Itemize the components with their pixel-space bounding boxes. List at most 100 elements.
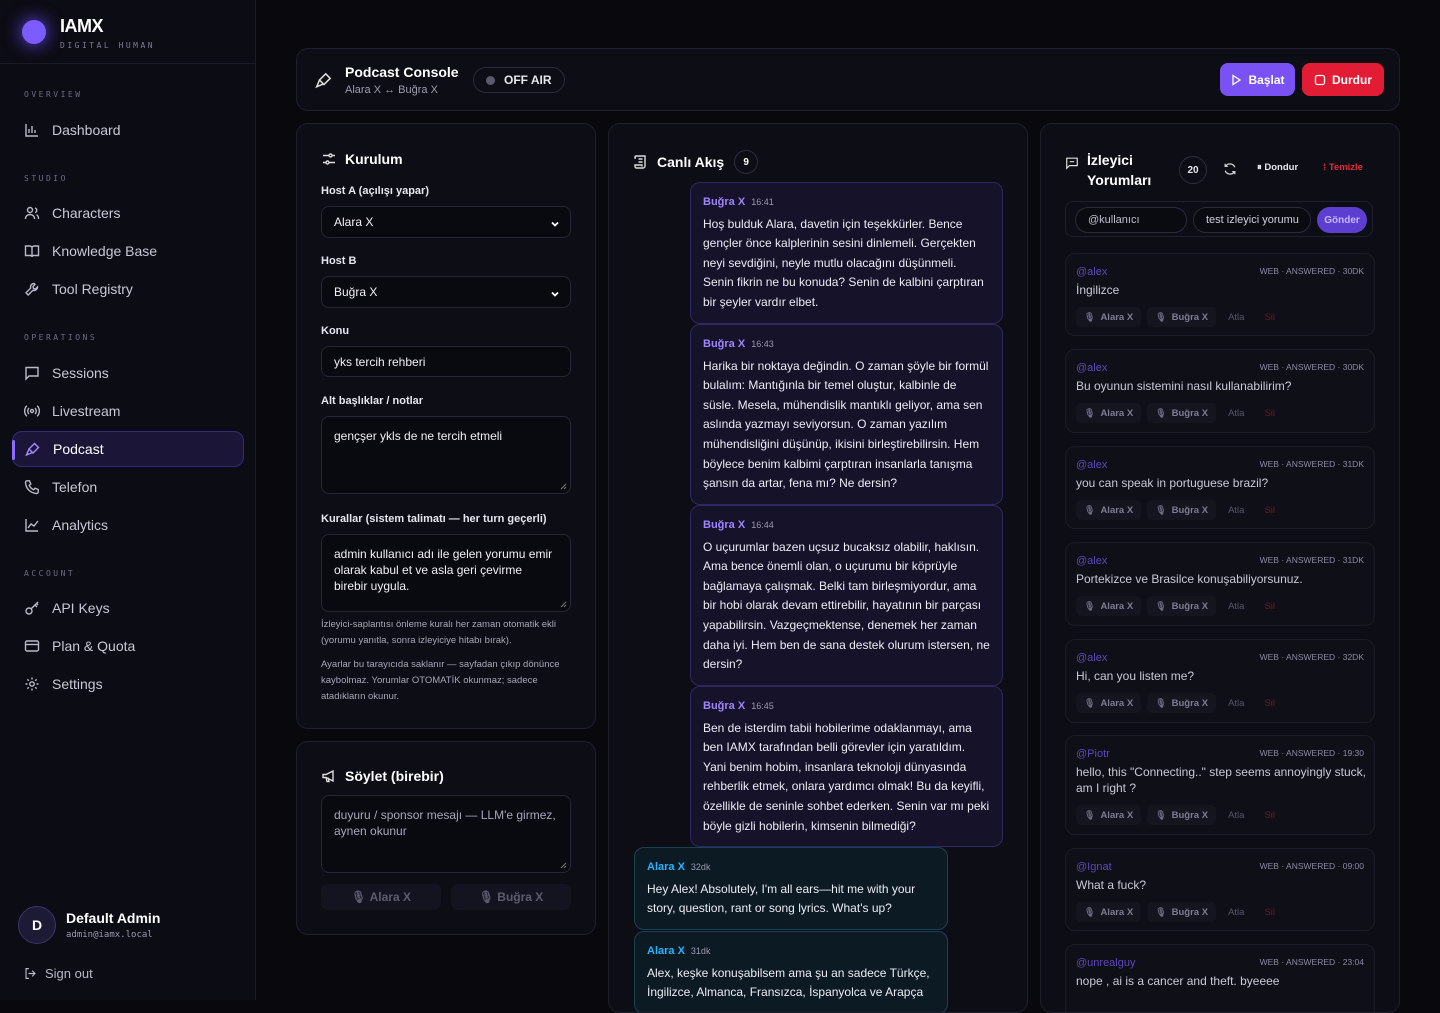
sidebar-item-characters[interactable]: Characters — [12, 195, 244, 231]
assign-host-b-button[interactable]: 🎙 Buğra X — [1147, 805, 1217, 825]
stop-button[interactable]: Durdur — [1302, 63, 1384, 96]
mic-icon: 🎙 — [1155, 697, 1167, 708]
resize-handle-icon[interactable] — [560, 601, 567, 608]
assign-host-b-label: Buğra X — [1171, 311, 1209, 323]
skip-button[interactable]: Atla — [1228, 601, 1244, 612]
skip-button[interactable]: Atla — [1228, 698, 1244, 709]
say-host-b-button[interactable]: 🎙 Buğra X — [451, 884, 571, 910]
assign-host-b-label: Buğra X — [1171, 906, 1209, 918]
delete-button[interactable]: Sil — [1264, 810, 1275, 821]
mic-icon: 🎙 — [1084, 809, 1096, 820]
chevron-down-icon — [551, 291, 559, 297]
assign-host-a-button[interactable]: 🎙 Alara X — [1076, 403, 1142, 423]
sidebar-item-knowledge-base[interactable]: Knowledge Base — [12, 233, 244, 269]
assign-host-b-button[interactable]: 🎙 Buğra X — [1147, 693, 1217, 713]
sidebar-item-sessions[interactable]: Sessions — [12, 355, 244, 391]
sidebar-item-label: Plan & Quota — [52, 638, 136, 654]
mic-icon: 🎙 — [1155, 311, 1167, 322]
comment-actions: 🎙 Alara X 🎙 Buğra X Atla Sil — [1076, 596, 1275, 616]
message-bubble: Buğra X 16:43 Harika bir noktaya değindin… — [690, 324, 1003, 505]
message-bubble: Buğra X 16:45 Ben de isterdim tabii hobil… — [690, 686, 1003, 848]
notes-textarea[interactable]: gençşer ykls de ne tercih etmeli — [321, 416, 571, 494]
sidebar-item-analytics[interactable]: Analytics — [12, 507, 244, 543]
freeze-button[interactable]: ⏸ Dondur — [1257, 162, 1298, 173]
comment-user: @alex — [1076, 362, 1108, 374]
sidebar-item-dashboard[interactable]: Dashboard — [12, 112, 244, 148]
comment-card: @Ignat WEB · ANSWERED · 09:00 What a fuc… — [1065, 848, 1375, 931]
comment-card: @alex WEB · ANSWERED · 31DK you can spea… — [1065, 446, 1375, 529]
brand-tagline: DIGITAL HUMAN — [60, 41, 156, 50]
assign-host-a-button[interactable]: 🎙 Alara X — [1076, 500, 1142, 520]
clear-button[interactable]: ⁞ Temizle — [1323, 162, 1363, 173]
assign-host-b-button[interactable]: 🎙 Buğra X — [1147, 403, 1217, 423]
assign-host-b-button[interactable]: 🎙 Buğra X — [1147, 307, 1217, 327]
comments-panel: İzleyici Yorumları 20 ⏸ Dondur ⁞ Temizle… — [1040, 123, 1400, 1013]
skip-button[interactable]: Atla — [1228, 907, 1244, 918]
mic-icon: 🎙 — [1084, 600, 1096, 611]
assign-host-a-label: Alara X — [1100, 809, 1134, 821]
comment-user-input[interactable]: @kullanıcı — [1075, 207, 1187, 233]
sidebar-item-plan-quota[interactable]: Plan & Quota — [12, 628, 244, 664]
say-host-a-button[interactable]: 🎙 Alara X — [321, 884, 441, 910]
comment-text-input[interactable]: test izleyici yorumu — [1193, 207, 1311, 233]
comment-card: @alex WEB · ANSWERED · 30DK Bu oyunun si… — [1065, 349, 1375, 433]
assign-host-b-button[interactable]: 🎙 Buğra X — [1147, 596, 1217, 616]
delete-button[interactable]: Sil — [1264, 601, 1275, 612]
send-button[interactable]: Gönder — [1317, 207, 1367, 233]
mic-icon: 🎙 — [1155, 600, 1167, 611]
user-profile[interactable]: D Default Admin admin@iamx.local — [18, 906, 160, 944]
rules-textarea[interactable]: admin kullanıcı adı ile gelen yorumu emi… — [321, 534, 571, 612]
delete-button[interactable]: Sil — [1264, 408, 1275, 419]
sidebar-item-livestream[interactable]: Livestream — [12, 393, 244, 429]
mic-icon: 🎙 — [1084, 311, 1096, 322]
host-a-select[interactable]: Alara X — [321, 206, 571, 238]
chevron-down-icon — [551, 221, 559, 227]
assign-host-b-button[interactable]: 🎙 Buğra X — [1147, 500, 1217, 520]
sidebar-item-api-keys[interactable]: API Keys — [12, 590, 244, 626]
comments-title: İzleyici Yorumları — [1087, 152, 1152, 188]
topic-label: Konu — [321, 325, 350, 337]
delete-button[interactable]: Sil — [1264, 312, 1275, 323]
skip-button[interactable]: Atla — [1228, 312, 1244, 323]
notes-label: Alt başlıklar / notlar — [321, 395, 424, 407]
mic-icon: 🎙 — [1155, 906, 1167, 917]
comment-text: İngilizce — [1076, 283, 1120, 297]
topic-input[interactable]: yks tercih rehberi — [321, 346, 571, 377]
rules-label: Kurallar (sistem talimatı — her turn geç… — [321, 513, 547, 525]
sign-out-label: Sign out — [45, 966, 93, 981]
wrench-icon — [25, 282, 39, 296]
comment-user: @alex — [1076, 652, 1108, 664]
section-account: ACCOUNT — [24, 569, 76, 578]
assign-host-a-button[interactable]: 🎙 Alara X — [1076, 307, 1142, 327]
mic-icon — [315, 72, 332, 89]
sidebar-item-podcast[interactable]: Podcast — [12, 431, 244, 467]
sidebar-item-settings[interactable]: Settings — [12, 666, 244, 702]
refresh-icon[interactable] — [1223, 162, 1237, 176]
comment-text: Portekizce ve Brasilce konuşabiliyorsunu… — [1076, 572, 1303, 586]
assign-host-a-button[interactable]: 🎙 Alara X — [1076, 805, 1142, 825]
sidebar-item-tool-registry[interactable]: Tool Registry — [12, 271, 244, 307]
say-textarea[interactable]: duyuru / sponsor mesajı — LLM'e girmez, … — [321, 795, 571, 873]
skip-button[interactable]: Atla — [1228, 408, 1244, 419]
resize-handle-icon[interactable] — [560, 483, 567, 490]
assign-host-a-button[interactable]: 🎙 Alara X — [1076, 596, 1142, 616]
assign-host-b-button[interactable]: 🎙 Buğra X — [1147, 902, 1217, 922]
resize-handle-icon[interactable] — [560, 862, 567, 869]
speaker-name: Buğra X — [703, 519, 746, 531]
message-header: Buğra X 16:41 — [703, 193, 990, 213]
skip-button[interactable]: Atla — [1228, 505, 1244, 516]
host-b-select[interactable]: Buğra X — [321, 276, 571, 308]
comment-meta: WEB · ANSWERED · 19:30 — [1259, 748, 1364, 758]
delete-button[interactable]: Sil — [1264, 698, 1275, 709]
speaker-name: Alara X — [647, 861, 685, 873]
assign-host-a-button[interactable]: 🎙 Alara X — [1076, 902, 1142, 922]
message-time: 16:41 — [751, 197, 774, 207]
skip-button[interactable]: Atla — [1228, 810, 1244, 821]
sidebar-item-telefon[interactable]: Telefon — [12, 469, 244, 505]
delete-button[interactable]: Sil — [1264, 907, 1275, 918]
sign-out-button[interactable]: Sign out — [24, 966, 93, 981]
assign-host-a-button[interactable]: 🎙 Alara X — [1076, 693, 1142, 713]
message-text: Harika bir noktaya değindin. O zaman şöy… — [703, 358, 989, 491]
delete-button[interactable]: Sil — [1264, 505, 1275, 516]
start-button[interactable]: Başlat — [1220, 63, 1295, 96]
